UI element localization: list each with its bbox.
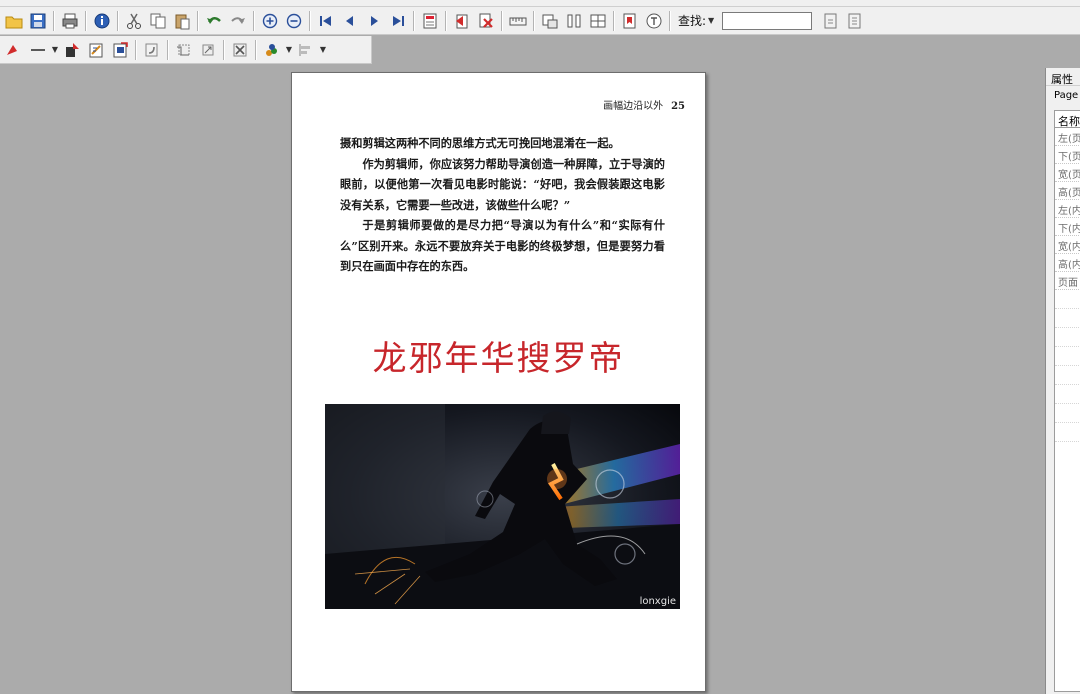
- paragraph: 作为剪辑师，你应该努力帮助导演创造一种屏障，立于导演的眼前，以便他第一次看见电影…: [340, 156, 665, 212]
- redo-icon[interactable]: [227, 10, 249, 32]
- property-row-empty: [1055, 328, 1080, 347]
- property-row-empty: [1055, 385, 1080, 404]
- image-tool-icon[interactable]: [539, 10, 561, 32]
- property-row[interactable]: 左(内: [1055, 200, 1080, 218]
- toolbar-separator: [413, 10, 415, 31]
- photo-watermark: lonxgie: [639, 596, 676, 607]
- toolbar-separator: [85, 10, 87, 31]
- body-text: 摄和剪辑这两种不同的思维方式无可挽回地混淆在一起。 作为剪辑师，你应该努力帮助导…: [340, 133, 665, 277]
- property-row-empty: [1055, 290, 1080, 309]
- document-page: 画幅边沿以外 25 摄和剪辑这两种不同的思维方式无可挽回地混淆在一起。 作为剪辑师…: [291, 72, 706, 692]
- align-icon[interactable]: [295, 39, 317, 61]
- main-toolbar: 查找: ▼: [0, 7, 1080, 35]
- property-row[interactable]: 高(内: [1055, 254, 1080, 272]
- prev-page-icon[interactable]: [339, 10, 361, 32]
- toolbar-separator: [669, 10, 671, 31]
- properties-subtitle: Page: [1054, 90, 1079, 101]
- zoom-out-icon[interactable]: [283, 10, 305, 32]
- cut-icon[interactable]: [123, 10, 145, 32]
- running-head-title: 画幅边沿以外: [603, 101, 664, 112]
- toolbar-separator: [135, 39, 137, 60]
- toolbar-separator: [501, 10, 503, 31]
- toolbar-separator: [533, 10, 535, 31]
- property-row[interactable]: 宽(内: [1055, 236, 1080, 254]
- property-row-empty: [1055, 404, 1080, 423]
- first-page-icon[interactable]: [315, 10, 337, 32]
- property-row[interactable]: 页面: [1055, 272, 1080, 290]
- toolbar-separator: [253, 10, 255, 31]
- columns-icon[interactable]: [563, 10, 585, 32]
- ruler-icon[interactable]: [507, 10, 529, 32]
- property-row[interactable]: 宽(页: [1055, 164, 1080, 182]
- find-input[interactable]: [722, 11, 813, 30]
- line-style-icon[interactable]: [27, 39, 49, 61]
- toolbar-separator: [255, 39, 257, 60]
- edit-page-icon[interactable]: [85, 39, 107, 61]
- toolbar-separator: [197, 10, 199, 31]
- save-icon[interactable]: [27, 10, 49, 32]
- last-page-icon[interactable]: [387, 10, 409, 32]
- open-icon[interactable]: [3, 10, 25, 32]
- export-icon[interactable]: [109, 39, 131, 61]
- property-row[interactable]: 高(页: [1055, 182, 1080, 200]
- undo-icon[interactable]: [203, 10, 225, 32]
- properties-grid: 名称 左(页 下(页 宽(页 高(页 左(内 下(内 宽(内 高(内 页面: [1054, 110, 1080, 692]
- toolbar-separator: [167, 39, 169, 60]
- next-page-icon[interactable]: [363, 10, 385, 32]
- find-next-icon[interactable]: [820, 10, 842, 32]
- property-row-empty: [1055, 423, 1080, 442]
- bookmark-icon[interactable]: [619, 10, 641, 32]
- paragraph: 于是剪辑师要做的是尽力把“导演以为有什么”和“实际有什么”区别开来。永远不要放弃…: [340, 218, 665, 273]
- property-row-empty: [1055, 309, 1080, 328]
- split-icon[interactable]: [587, 10, 609, 32]
- toolbar-separator: [445, 10, 447, 31]
- properties-title: 属性: [1046, 68, 1080, 86]
- line-style-dropdown-icon[interactable]: ▼: [50, 39, 60, 61]
- copy-icon[interactable]: [147, 10, 169, 32]
- dancer-photo: lonxgie: [325, 404, 680, 609]
- align-dropdown-icon[interactable]: ▼: [318, 39, 328, 61]
- find-dropdown-icon[interactable]: ▼: [706, 10, 716, 32]
- page-number: 25: [671, 101, 685, 112]
- property-row[interactable]: 下(页: [1055, 146, 1080, 164]
- resize-icon[interactable]: [197, 39, 219, 61]
- text-tool-icon[interactable]: [643, 10, 665, 32]
- properties-panel: 属性 Page 名称 左(页 下(页 宽(页 高(页 左(内 下(内 宽(内 高…: [1045, 68, 1080, 694]
- properties-column-header: 名称: [1055, 111, 1080, 128]
- color-fill-icon[interactable]: [3, 39, 25, 61]
- delete-object-icon[interactable]: [229, 39, 251, 61]
- property-row[interactable]: 左(页: [1055, 128, 1080, 146]
- info-icon[interactable]: [91, 10, 113, 32]
- toolbar-separator: [117, 10, 119, 31]
- toolbar-separator: [53, 10, 55, 31]
- find-prev-icon[interactable]: [844, 10, 866, 32]
- color-picker-dropdown-icon[interactable]: ▼: [284, 39, 294, 61]
- delete-page-icon[interactable]: [475, 10, 497, 32]
- toolbar-separator: [613, 10, 615, 31]
- property-row-empty: [1055, 347, 1080, 366]
- crop-icon[interactable]: [173, 39, 195, 61]
- print-icon[interactable]: [59, 10, 81, 32]
- toolbar-separator: [223, 39, 225, 60]
- rotate-icon[interactable]: [141, 39, 163, 61]
- shape-icon[interactable]: [61, 39, 83, 61]
- paste-icon[interactable]: [171, 10, 193, 32]
- property-row-empty: [1055, 366, 1080, 385]
- property-row[interactable]: 下(内: [1055, 218, 1080, 236]
- menu-bar-strip: [0, 0, 1080, 7]
- running-head: 画幅边沿以外 25: [603, 97, 685, 112]
- flip-page-icon[interactable]: [451, 10, 473, 32]
- find-label: 查找:: [678, 14, 707, 28]
- paragraph: 摄和剪辑这两种不同的思维方式无可挽回地混淆在一起。: [340, 136, 620, 150]
- calculator-icon[interactable]: [419, 10, 441, 32]
- big-title: 龙邪年华搜罗帝: [372, 339, 625, 379]
- zoom-in-icon[interactable]: [259, 10, 281, 32]
- toolbar-separator: [309, 10, 311, 31]
- color-picker-icon[interactable]: [261, 39, 283, 61]
- format-toolbar: ▼ ▼ ▼: [0, 36, 372, 64]
